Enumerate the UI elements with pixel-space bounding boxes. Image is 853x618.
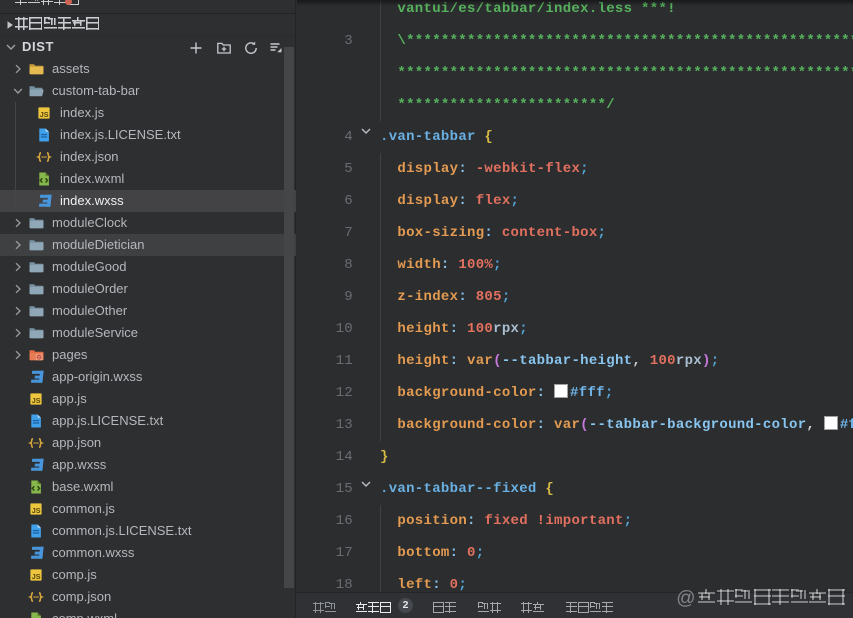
svg-text:JS: JS bbox=[32, 396, 41, 405]
svg-text:JS: JS bbox=[32, 572, 41, 581]
svg-text:JS: JS bbox=[40, 110, 49, 119]
svg-text:JS: JS bbox=[32, 506, 41, 515]
